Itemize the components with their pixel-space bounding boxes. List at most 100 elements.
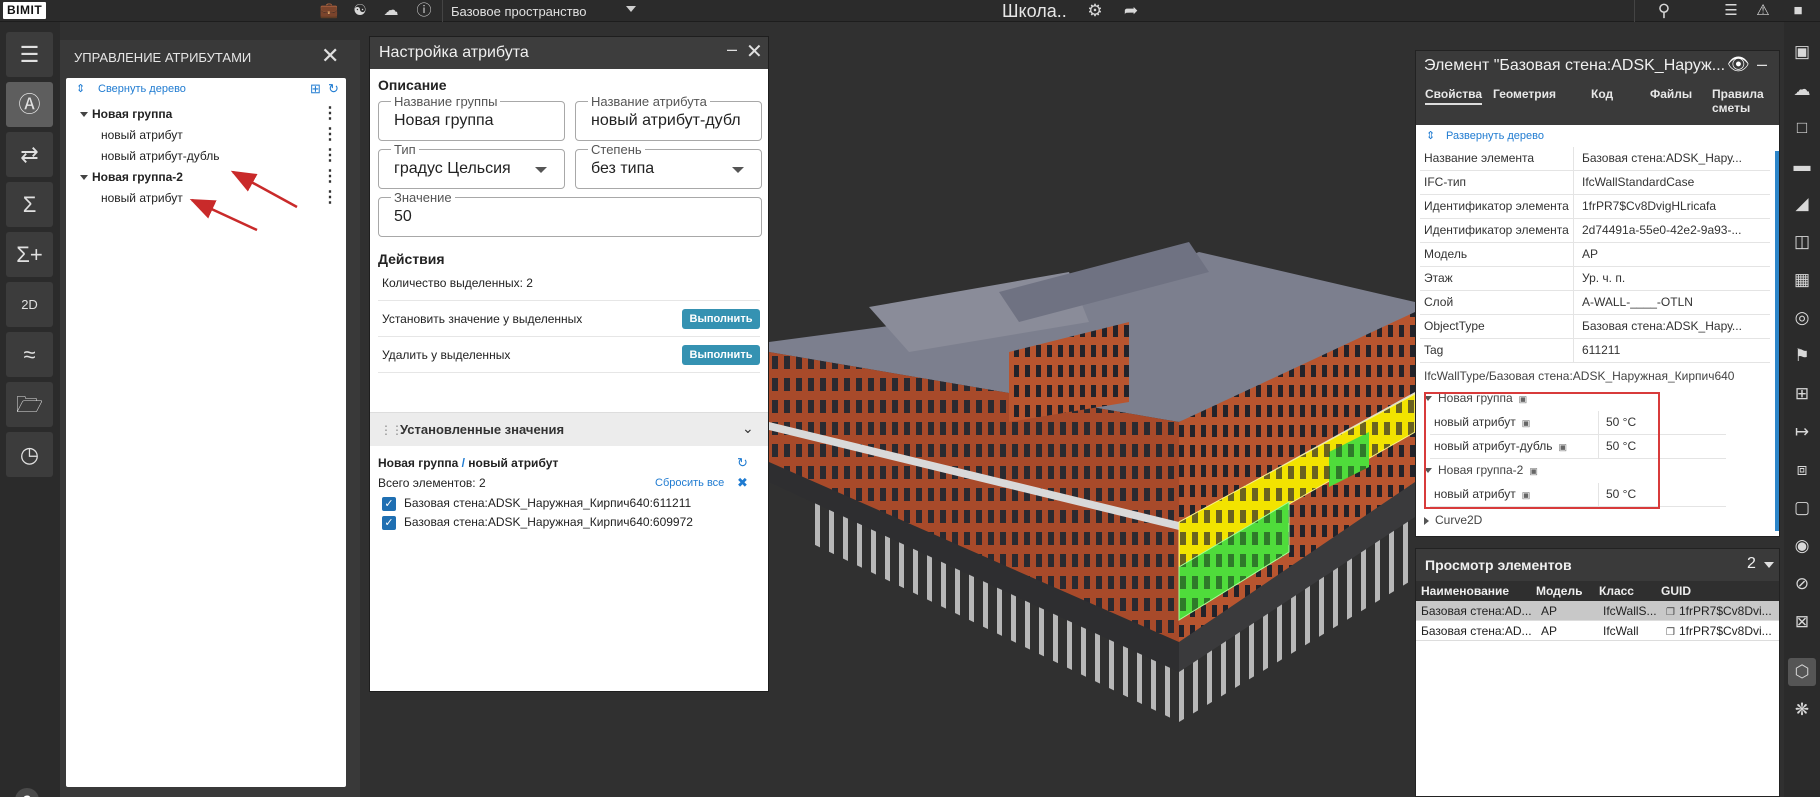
field-value: без типа (591, 160, 655, 177)
minimize-icon[interactable]: – (1757, 54, 1767, 75)
field-label: Тип (391, 142, 419, 157)
attribute-name-field[interactable]: Название атрибута новый атрибут-дубл (575, 94, 762, 141)
column-header[interactable]: GUID (1661, 584, 1691, 598)
property-value: Базовая стена:ADSK_Нару... (1582, 319, 1742, 333)
eye-icon[interactable]: 👁 (1727, 54, 1750, 75)
property-row: Слой A-WALL-____-OTLN (1420, 291, 1770, 315)
run-delete-button[interactable]: Выполнить (682, 345, 760, 365)
isolate-icon[interactable]: ▢ (1788, 494, 1816, 522)
clipping-box-icon[interactable]: ◫ (1788, 228, 1816, 256)
degree-select[interactable]: Степень без типа (575, 142, 762, 189)
action-label: Удалить у выделенных (382, 348, 511, 362)
view-header: Просмотр элементов 2 (1416, 549, 1779, 581)
chevron-down-icon[interactable] (732, 167, 744, 173)
chevron-down-icon[interactable] (535, 167, 547, 173)
path-group: Новая группа (378, 456, 459, 470)
property-value: A-WALL-____-OTLN (1582, 295, 1693, 309)
section-icon[interactable]: ◢ (1788, 190, 1816, 218)
set-values-header[interactable]: ⋮⋮ Установленные значения ⌄ (370, 412, 768, 446)
snap-icon[interactable]: ⊞ (1788, 380, 1816, 408)
element-checkbox-row[interactable]: ✓ Базовая стена:ADSK_Наружная_Кирпич640:6… (382, 514, 693, 532)
expand-icon[interactable]: ⇕ (1426, 129, 1435, 142)
zoom-fit-icon[interactable]: ▣ (1788, 38, 1816, 66)
checkbox-checked-icon[interactable]: ✓ (382, 496, 396, 511)
property-key: ObjectType (1424, 319, 1485, 333)
divider (1573, 243, 1574, 267)
group-label: Curve2D (1435, 513, 1483, 527)
3d-viewport[interactable] (769, 22, 1415, 797)
type-select[interactable]: Тип градус Цельсия (378, 142, 565, 189)
field-value[interactable]: новый атрибут-дубл (591, 112, 756, 130)
divider (1573, 267, 1574, 291)
property-key: Tag (1424, 343, 1444, 357)
flag-icon[interactable]: ⚑ (1788, 342, 1816, 370)
column-header[interactable]: Модель (1536, 584, 1582, 598)
cell-model: АР (1541, 604, 1558, 618)
orbit-icon[interactable]: ❋ (1788, 696, 1816, 724)
set-value-row: Установить значение у выделенных Выполни… (378, 301, 760, 337)
select-box-icon[interactable]: □ (1788, 114, 1816, 142)
cube-icon[interactable]: ⬡ (1788, 658, 1816, 686)
arrow (189, 198, 258, 232)
dialog-title: Настройка атрибута (379, 44, 529, 61)
field-value[interactable]: Новая группа (394, 112, 559, 130)
path-attribute: новый атрибут (468, 456, 559, 470)
tab-properties[interactable]: Свойства (1425, 87, 1483, 105)
expand-tree-link[interactable]: Развернуть дерево (1446, 130, 1544, 142)
scrollbar[interactable] (1775, 151, 1779, 531)
tab-files[interactable]: Файлы (1650, 87, 1692, 101)
description-title: Описание (378, 77, 447, 93)
column-header[interactable]: Наименование (1421, 584, 1509, 598)
property-row: Модель АР (1420, 243, 1770, 267)
divider (1573, 219, 1574, 243)
element-checkbox-row[interactable]: ✓ Базовая стена:ADSK_Наружная_Кирпич640:6… (382, 495, 691, 513)
minimize-icon[interactable]: – (727, 39, 737, 60)
property-key: IFC-тип (1424, 175, 1467, 189)
close-icon[interactable]: ✕ (746, 39, 763, 64)
cell-guid: ❐ 1frPR7$Cv8Dvi... (1666, 621, 1778, 643)
group-name-field[interactable]: Название группы Новая группа (378, 94, 565, 141)
tab-code[interactable]: Код (1591, 87, 1613, 101)
refresh-icon[interactable]: ↻ (737, 455, 748, 471)
table-row[interactable]: Базовая стена:AD... АР IfcWallS... ❐ 1frP… (1416, 601, 1779, 621)
layers-icon[interactable]: ▦ (1788, 266, 1816, 294)
property-key: Этаж (1424, 271, 1453, 285)
highlight-box (1424, 392, 1660, 509)
property-value: 611211 (1582, 343, 1621, 357)
cell-name: Базовая стена:AD... (1421, 624, 1531, 638)
reset-icon[interactable]: ✖ (737, 475, 748, 491)
copy-icon[interactable]: ❐ (1666, 627, 1675, 638)
measure-icon[interactable]: ↦ (1788, 418, 1816, 446)
table-row[interactable]: Базовая стена:AD... АР IfcWall ❐ 1frPR7$C… (1416, 621, 1779, 641)
divider (1573, 195, 1574, 219)
column-header[interactable]: Класс (1599, 584, 1634, 598)
guid-text: 1frPR7$Cv8Dvi... (1678, 624, 1772, 638)
run-set-value-button[interactable]: Выполнить (682, 309, 760, 329)
clear-icon[interactable]: ⊠ (1788, 608, 1816, 636)
curve-row[interactable]: Curve2D (1424, 513, 1482, 527)
eye-icon[interactable]: ◉ (1788, 532, 1816, 560)
target-icon[interactable]: ◎ (1788, 304, 1816, 332)
copy-icon[interactable]: ❐ (1666, 607, 1675, 618)
tab-geometry[interactable]: Геометрия (1493, 87, 1556, 101)
table-header: Наименование Модель Класс GUID (1416, 581, 1779, 601)
chevron-down-icon[interactable]: ⌄ (742, 420, 754, 437)
element-label: Базовая стена:ADSK_Наружная_Кирпич640:61… (404, 496, 692, 510)
field-value[interactable]: 50 (394, 208, 412, 226)
value-field[interactable]: Значение 50 (378, 190, 762, 237)
attribute-path: Новая группа / новый атрибут (378, 456, 558, 470)
tab-estimate-rules[interactable]: Правила сметы (1712, 87, 1764, 115)
caret-right-icon[interactable] (1424, 516, 1429, 525)
property-row: Название элемента Базовая стена:ADSK_Нару… (1420, 147, 1770, 171)
property-row: Tag 611211 (1420, 339, 1770, 363)
hide-icon[interactable]: ⊘ (1788, 570, 1816, 598)
reset-all-link[interactable]: Сбросить все (655, 477, 724, 489)
ruler-icon[interactable]: ▬ (1788, 152, 1816, 180)
grid-icon[interactable]: ⧈ (1788, 456, 1816, 484)
chevron-down-icon[interactable] (1764, 562, 1774, 568)
divider (1573, 171, 1574, 195)
checkbox-checked-icon[interactable]: ✓ (382, 515, 396, 530)
cloud-icon[interactable]: ☁ (1788, 76, 1816, 104)
element-label: Базовая стена:ADSK_Наружная_Кирпич640:60… (404, 515, 693, 529)
property-value: АР (1582, 247, 1599, 261)
